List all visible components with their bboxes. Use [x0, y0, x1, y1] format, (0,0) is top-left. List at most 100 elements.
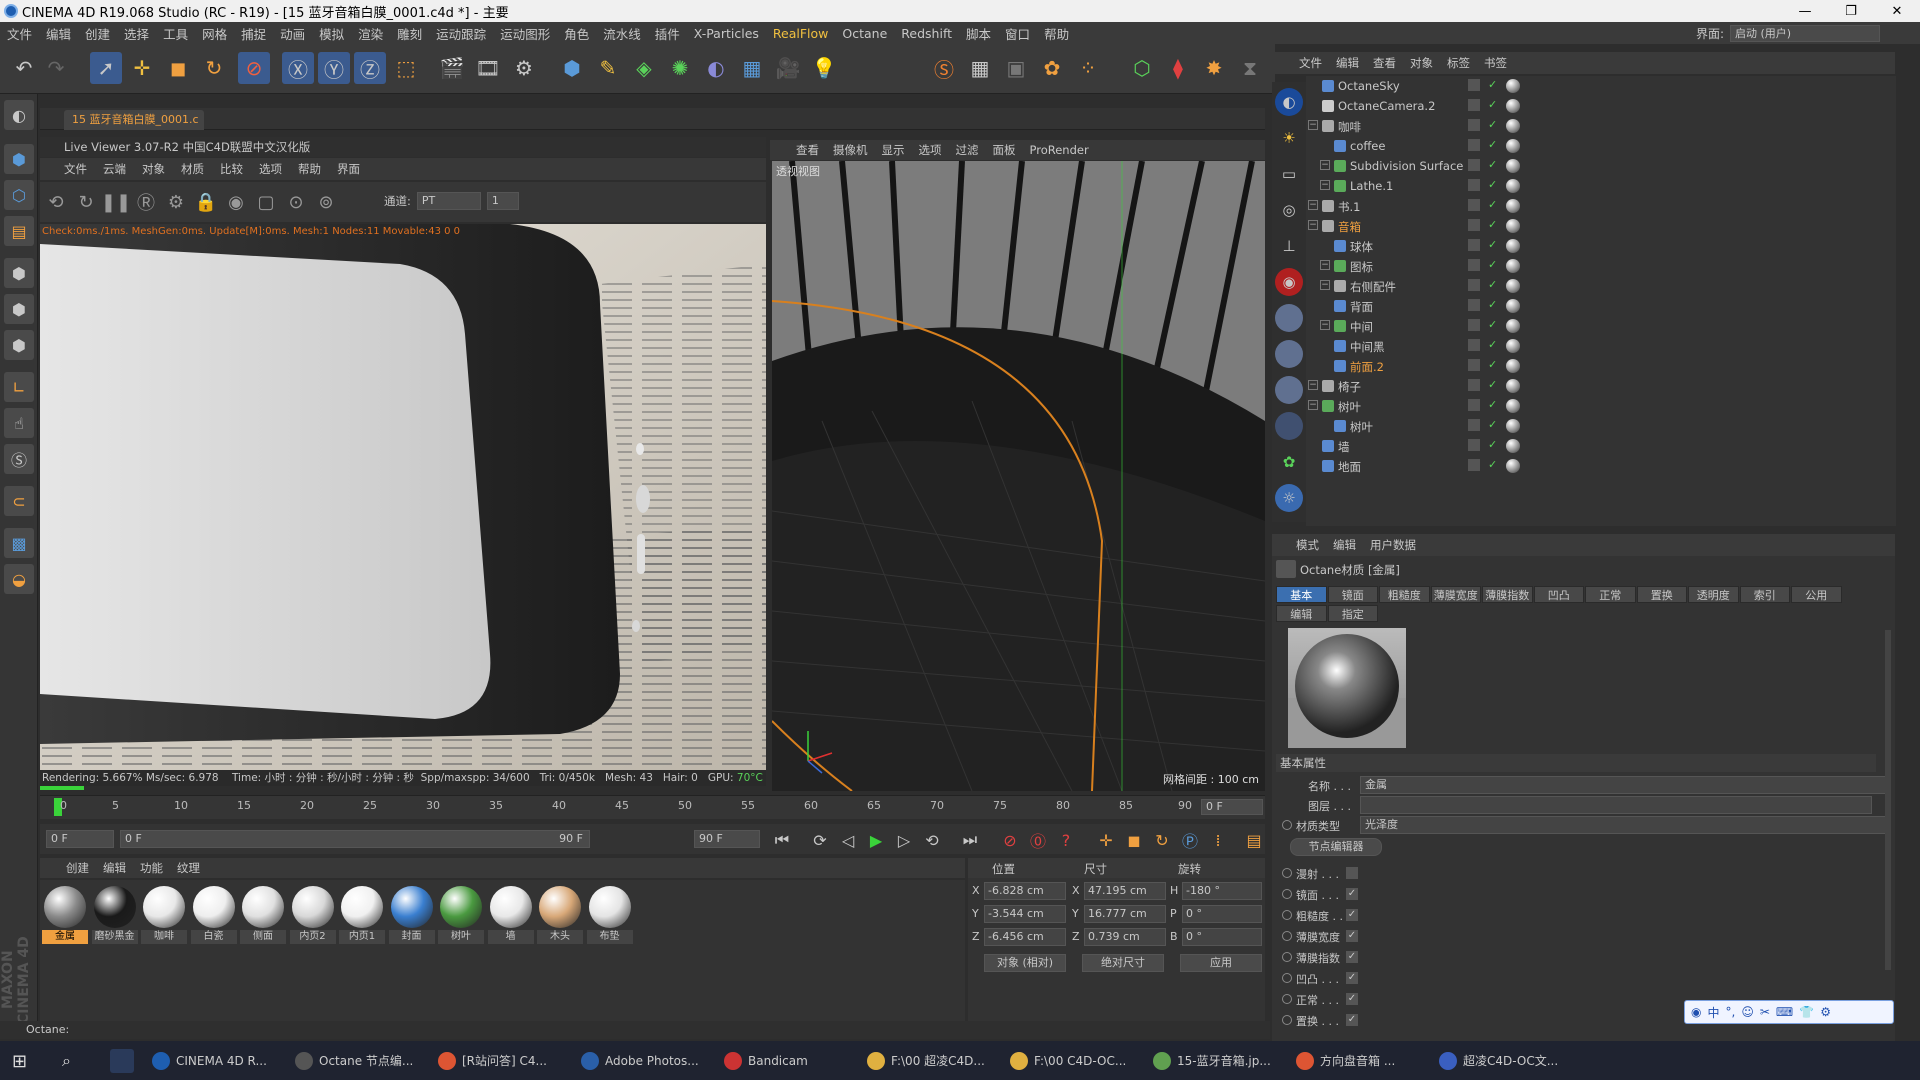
- object-row[interactable]: − 树叶 ✓: [1306, 396, 1896, 416]
- windows-start-icon[interactable]: ⊞: [12, 1051, 27, 1072]
- send-scene-icon[interactable]: ⟲: [44, 190, 68, 214]
- expand-toggle-icon[interactable]: −: [1308, 120, 1318, 130]
- green-plugin-icon[interactable]: ⬡: [1126, 52, 1158, 84]
- material-tag-icon[interactable]: [1506, 79, 1520, 93]
- enabled-check-icon[interactable]: ✓: [1488, 318, 1497, 331]
- task-view-icon[interactable]: [110, 1049, 134, 1073]
- layer-toggle[interactable]: [1468, 279, 1480, 291]
- object-row[interactable]: − 书.1 ✓: [1306, 196, 1896, 216]
- frame-icon[interactable]: ▢: [254, 190, 278, 214]
- taskbar-item[interactable]: Adobe Photos...: [577, 1045, 715, 1076]
- close-button[interactable]: ✕: [1874, 0, 1920, 22]
- model-mode-icon[interactable]: ◐: [4, 100, 34, 130]
- area-light-icon[interactable]: ▭: [1275, 160, 1303, 188]
- size-mode-dropdown[interactable]: 绝对尺寸: [1082, 954, 1164, 972]
- enabled-check-icon[interactable]: ✓: [1488, 338, 1497, 351]
- pick-material-icon[interactable]: ⊚: [314, 190, 338, 214]
- vp-menu-filter[interactable]: 过滤: [956, 142, 979, 158]
- expand-toggle-icon[interactable]: −: [1308, 380, 1318, 390]
- enabled-check-icon[interactable]: ✓: [1488, 298, 1497, 311]
- animate-dot[interactable]: [1282, 868, 1292, 878]
- cloner-icon[interactable]: ✺: [664, 52, 696, 84]
- material-swatch[interactable]: 内页2: [289, 884, 336, 944]
- material-type-dropdown[interactable]: 光泽度: [1360, 816, 1890, 834]
- live-viewer-render[interactable]: Check:0ms./1ms. MeshGen:0ms. Update[M]:0…: [40, 224, 766, 770]
- node-editor-button[interactable]: 节点编辑器: [1290, 838, 1382, 856]
- octane-sky-icon[interactable]: ◐: [1275, 88, 1303, 116]
- current-frame-field[interactable]: 0 F: [1201, 799, 1263, 815]
- layer-toggle[interactable]: [1468, 139, 1480, 151]
- enabled-check-icon[interactable]: ✓: [1488, 458, 1497, 471]
- enabled-check-icon[interactable]: ✓: [1488, 398, 1497, 411]
- layer-toggle[interactable]: [1468, 119, 1480, 131]
- lv-menu-help[interactable]: 帮助: [298, 161, 321, 177]
- channel-number-field[interactable]: 1: [486, 192, 519, 210]
- layer-toggle[interactable]: [1468, 419, 1480, 431]
- ime-keyboard-icon[interactable]: ⌨: [1776, 1005, 1793, 1019]
- animate-dot[interactable]: [1282, 952, 1292, 962]
- target-light-icon[interactable]: ◎: [1275, 196, 1303, 224]
- taskbar-item[interactable]: 15-蓝牙音箱.jp...: [1149, 1045, 1287, 1076]
- material-tag-icon[interactable]: [1506, 159, 1520, 173]
- material-tag-icon[interactable]: [1506, 459, 1520, 473]
- mat-menu-function[interactable]: 功能: [140, 860, 163, 876]
- animate-dot[interactable]: [1282, 994, 1292, 1004]
- scale-tool-icon[interactable]: ◼: [162, 52, 194, 84]
- go-to-end-icon[interactable]: ⏭: [958, 828, 982, 852]
- enabled-check-icon[interactable]: ✓: [1488, 358, 1497, 371]
- object-name[interactable]: Subdivision Surface: [1350, 159, 1463, 173]
- layer-toggle[interactable]: [1468, 339, 1480, 351]
- ime-emoji-icon[interactable]: ☺: [1741, 1005, 1754, 1019]
- menu-pipeline[interactable]: 流水线: [596, 24, 648, 43]
- menu-mesh[interactable]: 网格: [195, 24, 234, 43]
- attribute-tab[interactable]: 索引: [1739, 586, 1790, 603]
- material-preview-icon[interactable]: ◉: [224, 190, 248, 214]
- layer-toggle[interactable]: [1468, 459, 1480, 471]
- taskbar-item[interactable]: Bandicam: [720, 1045, 858, 1076]
- material-tag-icon[interactable]: [1506, 119, 1520, 133]
- menu-simulate[interactable]: 模拟: [312, 24, 351, 43]
- material-swatch[interactable]: 金属: [42, 884, 88, 944]
- rotation-p-field[interactable]: 0 °: [1182, 905, 1262, 923]
- restart-icon[interactable]: ↻: [74, 190, 98, 214]
- coord-mode-dropdown[interactable]: 对象 (相对): [984, 954, 1066, 972]
- key-scale-icon[interactable]: ◼: [1122, 828, 1146, 852]
- object-name[interactable]: 球体: [1350, 239, 1373, 255]
- render-settings-icon[interactable]: ⚙: [508, 52, 540, 84]
- animate-dot[interactable]: [1282, 931, 1292, 941]
- material-tag-icon[interactable]: [1506, 259, 1520, 273]
- enabled-check-icon[interactable]: ✓: [1488, 118, 1497, 131]
- object-name[interactable]: OctaneSky: [1338, 79, 1400, 93]
- undo-icon[interactable]: ↶: [8, 52, 40, 84]
- object-name[interactable]: 中间: [1350, 319, 1373, 335]
- object-name[interactable]: 树叶: [1350, 419, 1373, 435]
- attribute-tab[interactable]: 透明度: [1688, 586, 1739, 603]
- obj-menu-tags[interactable]: 标签: [1447, 55, 1470, 71]
- object-row[interactable]: − 右侧配件 ✓: [1306, 276, 1896, 296]
- key-param-icon[interactable]: Ⓟ: [1178, 828, 1202, 852]
- layout-dropdown[interactable]: 启动 (用户): [1730, 25, 1880, 42]
- layer-toggle[interactable]: [1468, 439, 1480, 451]
- menu-redshift[interactable]: Redshift: [894, 26, 959, 41]
- position-y-field[interactable]: -3.544 cm: [984, 905, 1066, 923]
- attribute-subtab[interactable]: 编辑: [1276, 605, 1327, 622]
- material-ball-2-icon[interactable]: [1275, 340, 1303, 368]
- taskbar-item[interactable]: F:\00 C4D-OC...: [1006, 1045, 1144, 1076]
- menu-select[interactable]: 选择: [117, 24, 156, 43]
- enabled-check-icon[interactable]: ✓: [1488, 438, 1497, 451]
- menu-xparticles[interactable]: X-Particles: [687, 26, 766, 41]
- apply-button[interactable]: 应用: [1180, 954, 1262, 972]
- menu-mograph[interactable]: 运动图形: [493, 24, 557, 43]
- object-name[interactable]: 书.1: [1338, 199, 1360, 215]
- timeline-window-icon[interactable]: ▤: [1242, 828, 1266, 852]
- obj-menu-objects[interactable]: 对象: [1410, 55, 1433, 71]
- object-name[interactable]: Lathe.1: [1350, 179, 1393, 193]
- material-tag-icon[interactable]: [1506, 299, 1520, 313]
- attribute-tab[interactable]: 凹凸: [1533, 586, 1584, 603]
- lv-menu-interface[interactable]: 界面: [337, 161, 360, 177]
- menu-render[interactable]: 渲染: [351, 24, 390, 43]
- expand-toggle-icon[interactable]: −: [1320, 260, 1330, 270]
- camera-icon[interactable]: 🎥: [772, 52, 804, 84]
- render-picture-viewer-icon[interactable]: 🎞: [472, 52, 504, 84]
- enabled-check-icon[interactable]: ✓: [1488, 98, 1497, 111]
